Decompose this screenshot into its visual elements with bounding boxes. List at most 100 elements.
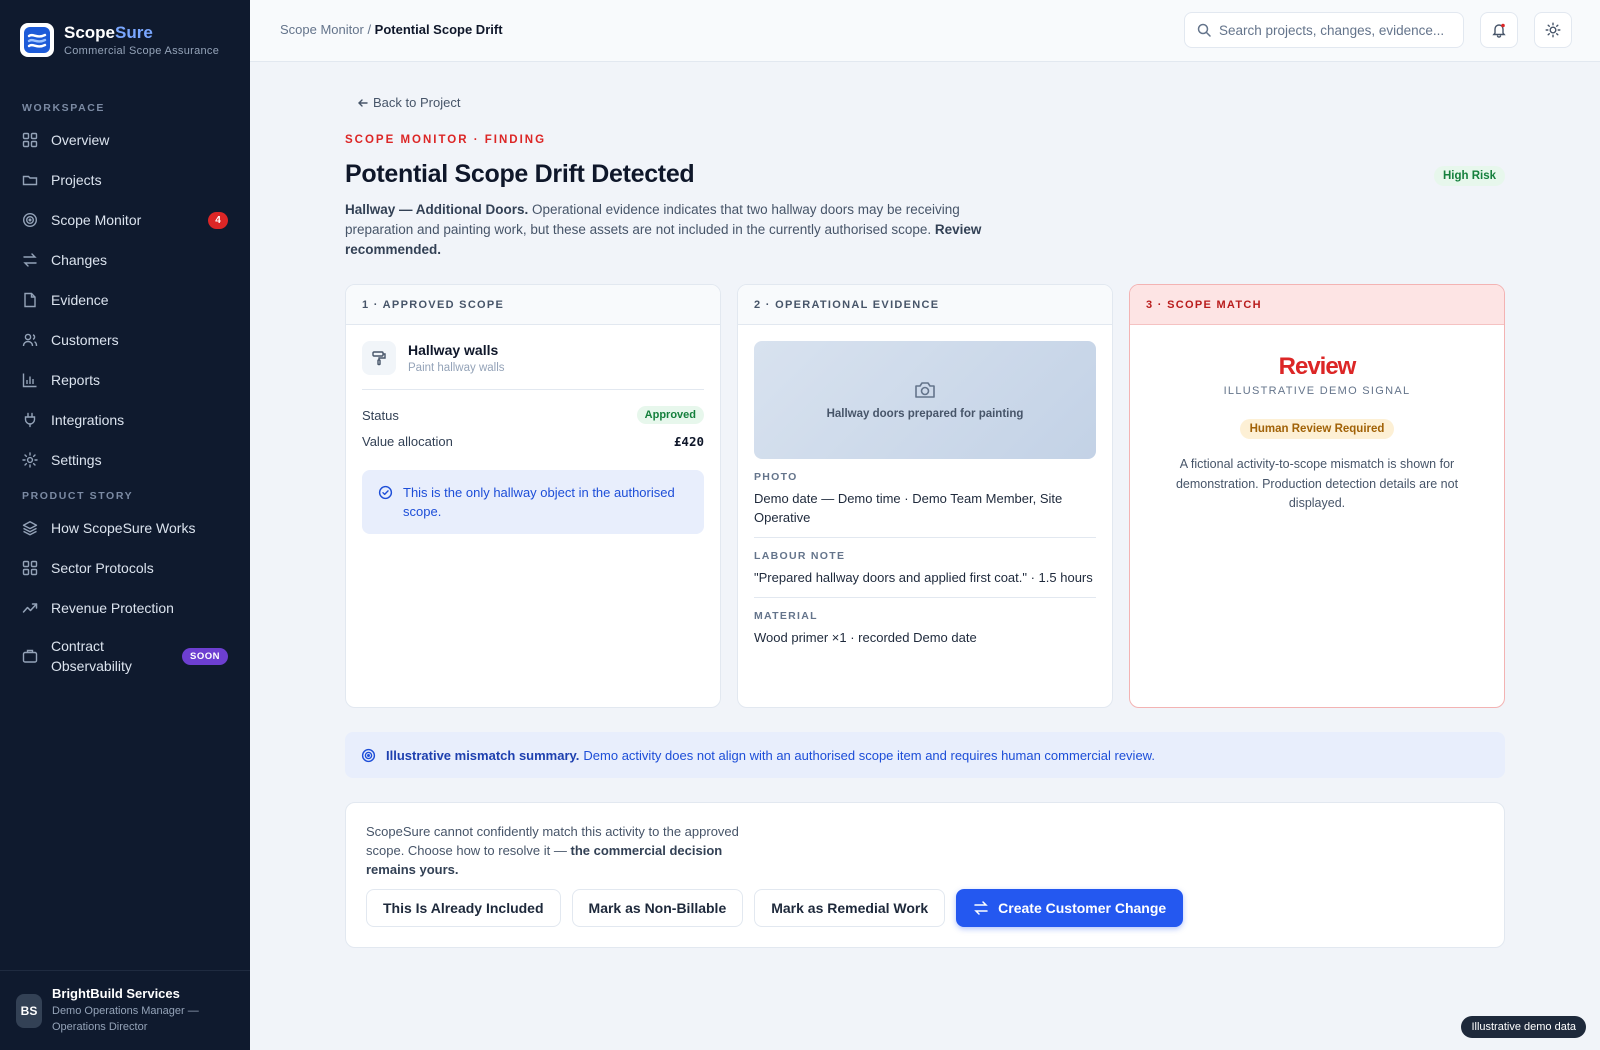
sidebar-item-label: How ScopeSure Works: [51, 520, 196, 536]
topbar: Scope Monitor / Potential Scope Drift: [250, 0, 1600, 62]
theme-toggle-button[interactable]: [1534, 12, 1572, 48]
decision-text: ScopeSure cannot confidently match this …: [366, 824, 739, 877]
sidebar-item-label: Customers: [51, 332, 119, 348]
user-role: Demo Operations Manager — Operations Dir…: [52, 1005, 199, 1033]
nav-section-product-story: PRODUCT STORY: [22, 490, 134, 502]
sidebar-item-changes[interactable]: Changes: [0, 240, 250, 280]
approved-scope-card: 1 · APPROVED SCOPE Hallway walls Paint h…: [345, 284, 721, 708]
summary-body: Demo activity does not align with an aut…: [583, 747, 1155, 763]
back-to-project-link[interactable]: Back to Project: [357, 95, 460, 110]
card-header: 2 · OPERATIONAL EVIDENCE: [738, 285, 1112, 325]
sidebar-item-scope-monitor[interactable]: Scope Monitor 4: [0, 200, 250, 240]
sidebar-item-revenue-protection[interactable]: Revenue Protection: [0, 588, 250, 628]
search-box[interactable]: [1184, 12, 1464, 48]
value-amount: £420: [673, 433, 704, 449]
status-badge: Approved: [636, 406, 704, 424]
gear-icon: [22, 452, 38, 468]
user-name: BrightBuild Services: [52, 986, 180, 1001]
logo-icon: [20, 23, 54, 57]
briefcase-icon: [22, 649, 38, 663]
check-circle-icon: [378, 485, 393, 500]
sidebar-item-projects[interactable]: Projects: [0, 160, 250, 200]
breadcrumb-separator: /: [363, 22, 375, 37]
decision-panel: ScopeSure cannot confidently match this …: [345, 802, 1505, 948]
target-icon: [361, 748, 376, 762]
finding-cards: 1 · APPROVED SCOPE Hallway walls Paint h…: [345, 284, 1505, 708]
sidebar-item-label: Projects: [51, 172, 102, 188]
remedial-work-button[interactable]: Mark as Remedial Work: [754, 889, 946, 927]
sidebar-item-customers[interactable]: Customers: [0, 320, 250, 360]
card-header: 3 · SCOPE MATCH: [1130, 285, 1504, 325]
scope-match-card: 3 · SCOPE MATCH Review ILLUSTRATIVE DEMO…: [1129, 284, 1505, 708]
evidence-value: "Prepared hallway doors and applied firs…: [754, 570, 1093, 585]
status-row: Status Approved: [362, 402, 704, 428]
sidebar-item-label: Contract Observability: [51, 638, 132, 674]
scope-note: This is the only hallway object in the a…: [362, 470, 704, 534]
back-label: Back to Project: [373, 95, 461, 110]
sun-icon: [1545, 22, 1561, 38]
sidebar-item-label: Scope Monitor: [51, 212, 142, 228]
non-billable-button[interactable]: Mark as Non-Billable: [571, 889, 744, 927]
value-row: Value allocation £420: [362, 428, 704, 454]
bar-chart-icon: [22, 373, 37, 388]
match-verdict: Review: [1278, 353, 1357, 380]
scope-monitor-count-badge: 4: [208, 211, 228, 229]
scope-item: Hallway walls Paint hallway walls: [362, 341, 704, 390]
grid-icon: [22, 560, 38, 576]
photo-caption: Hallway doors prepared for painting: [826, 408, 1024, 420]
evidence-value: Wood primer ×1 · recorded Demo date: [754, 630, 977, 645]
create-customer-change-button[interactable]: Create Customer Change: [956, 889, 1184, 927]
search-input[interactable]: [1219, 22, 1449, 38]
bell-icon: [1492, 23, 1506, 38]
brand[interactable]: ScopeSure Commercial Scope Assurance: [0, 0, 250, 80]
status-label: Status: [362, 407, 399, 423]
paint-roller-icon: [362, 341, 396, 375]
grid-icon: [22, 132, 38, 148]
sidebar-item-label: Settings: [51, 452, 102, 468]
evidence-label: PHOTO: [754, 471, 798, 483]
camera-icon: [915, 382, 935, 398]
human-review-badge: Human Review Required: [1239, 419, 1395, 439]
mismatch-summary: Illustrative mismatch summary. Demo acti…: [345, 732, 1505, 778]
create-change-label: Create Customer Change: [998, 900, 1167, 916]
users-icon: [22, 333, 38, 347]
sidebar: ScopeSure Commercial Scope Assurance WOR…: [0, 0, 250, 1050]
scope-item-title: Hallway walls: [408, 342, 499, 358]
sidebar-item-label: Reports: [51, 372, 101, 388]
sidebar-item-sector-protocols[interactable]: Sector Protocols: [0, 548, 250, 588]
sidebar-item-label: Sector Protocols: [51, 560, 154, 576]
user-profile[interactable]: BS BrightBuild Services Demo Operations …: [0, 970, 250, 1050]
search-icon: [1197, 23, 1211, 37]
breadcrumb-current: Potential Scope Drift: [374, 22, 503, 37]
decision-actions: This Is Already Included Mark as Non-Bil…: [366, 889, 1194, 927]
sidebar-item-overview[interactable]: Overview: [0, 120, 250, 160]
evidence-value: Demo date — Demo time · Demo Team Member…: [754, 491, 1063, 525]
brand-tagline: Commercial Scope Assurance: [64, 45, 220, 57]
sidebar-item-settings[interactable]: Settings: [0, 440, 250, 480]
demo-data-chip: Illustrative demo data: [1461, 1016, 1586, 1038]
sidebar-item-integrations[interactable]: Integrations: [0, 400, 250, 440]
card-header: 1 · APPROVED SCOPE: [346, 285, 720, 325]
evidence-material: MATERIAL Wood primer ×1 · recorded Demo …: [754, 598, 1096, 657]
value-label: Value allocation: [362, 433, 453, 449]
evidence-label: MATERIAL: [754, 610, 818, 622]
arrows-swap-icon: [974, 901, 988, 915]
file-icon: [24, 292, 36, 308]
page-intro: Hallway — Additional Doors. Operational …: [345, 202, 982, 257]
page-title: Potential Scope Drift Detected: [345, 160, 695, 188]
sidebar-item-label: Revenue Protection: [51, 600, 174, 616]
folder-icon: [22, 175, 38, 186]
arrows-swap-icon: [23, 253, 37, 267]
sidebar-item-how-it-works[interactable]: How ScopeSure Works: [0, 508, 250, 548]
risk-badge: High Risk: [1433, 166, 1505, 186]
sidebar-item-contract-observability[interactable]: Contract Observability SOON: [0, 628, 250, 684]
brand-name: ScopeSure: [64, 23, 153, 42]
verdict-note: A fictional activity-to-scope mismatch i…: [1175, 457, 1459, 510]
notifications-button[interactable]: [1480, 12, 1518, 48]
breadcrumb-parent[interactable]: Scope Monitor: [280, 22, 364, 37]
already-included-button[interactable]: This Is Already Included: [366, 889, 561, 927]
avatar: BS: [16, 993, 42, 1028]
sidebar-item-reports[interactable]: Reports: [0, 360, 250, 400]
evidence-photo[interactable]: Hallway doors prepared for painting: [754, 341, 1096, 459]
sidebar-item-evidence[interactable]: Evidence: [0, 280, 250, 320]
